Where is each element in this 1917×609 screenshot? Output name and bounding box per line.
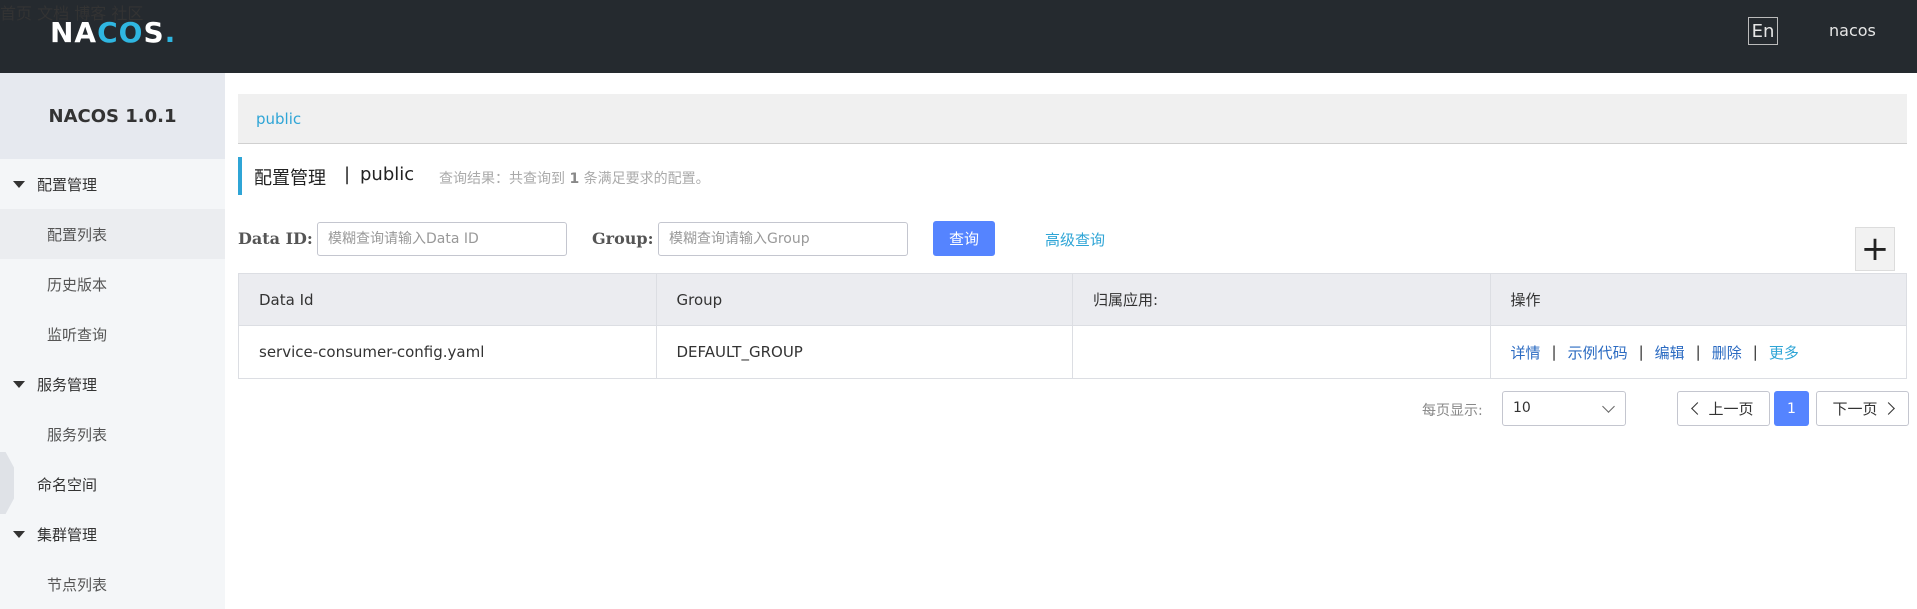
logo-dot: .	[164, 15, 177, 49]
action-delete-link[interactable]: 删除	[1712, 342, 1742, 363]
column-header-dataid: Data Id	[239, 274, 657, 325]
cell-actions: 详情 | 示例代码 | 编辑 | 删除 | 更多	[1491, 326, 1907, 378]
sidebar-group-config[interactable]: 配置管理	[0, 159, 225, 209]
sidebar-item-history[interactable]: 历史版本	[0, 259, 225, 309]
group-label: Group:	[592, 229, 654, 248]
sidebar-group-service[interactable]: 服务管理	[0, 359, 225, 409]
sidebar-item-service-list[interactable]: 服务列表	[0, 409, 225, 459]
sidebar-brand: NACOS 1.0.1	[0, 73, 225, 159]
nacos-logo[interactable]: NA CO S.	[50, 14, 176, 50]
sidebar-item-label: 命名空间	[37, 475, 98, 494]
chevron-right-icon	[1881, 402, 1895, 415]
action-separator: |	[1695, 343, 1701, 361]
sidebar-item-config-list[interactable]: 配置列表	[0, 209, 225, 259]
query-result-text: 查询结果：共查询到 1 条满足要求的配置。	[439, 168, 710, 188]
add-config-button[interactable]: +	[1855, 227, 1895, 271]
next-page-button[interactable]: 下一页	[1816, 391, 1909, 426]
sidebar-item-label: 监听查询	[47, 325, 108, 344]
title-separator: |	[344, 164, 351, 185]
page-title: 配置管理 | public 查询结果：共查询到 1 条满足要求的配置。	[238, 157, 938, 195]
cell-dataid: service-consumer-config.yaml	[239, 326, 657, 378]
page-size-label: 每页显示:	[1422, 403, 1483, 419]
logo-text-s: S	[143, 15, 165, 49]
sidebar-item-label: 配置列表	[47, 225, 108, 244]
group-input[interactable]	[658, 222, 908, 256]
caret-down-icon	[13, 530, 25, 538]
namespace-tab-public[interactable]: public	[256, 110, 301, 128]
result-count: 1	[569, 171, 580, 187]
result-prefix: 查询结果：共查询到	[439, 171, 570, 187]
chevron-down-icon	[1602, 400, 1615, 413]
language-switch[interactable]: En	[1748, 17, 1778, 45]
namespace-bar: public	[238, 94, 1907, 144]
current-page-button[interactable]: 1	[1774, 391, 1809, 426]
dataid-label: Data ID:	[238, 229, 313, 248]
dataid-input[interactable]	[317, 222, 567, 256]
action-detail-link[interactable]: 详情	[1511, 342, 1541, 363]
user-name[interactable]: nacos	[1829, 21, 1876, 40]
action-more-link[interactable]: 更多	[1769, 342, 1799, 363]
prev-page-label: 上一页	[1708, 400, 1754, 418]
table-row: service-consumer-config.yaml DEFAULT_GRO…	[239, 326, 1906, 378]
next-page-label: 下一页	[1832, 400, 1878, 418]
sidebar-item-node-list[interactable]: 节点列表	[0, 559, 225, 609]
sidebar-item-label: 历史版本	[47, 275, 108, 294]
action-separator: |	[1752, 343, 1758, 361]
query-button[interactable]: 查询	[933, 221, 995, 256]
column-header-actions: 操作	[1510, 291, 1541, 309]
page-size-select[interactable]: 10	[1502, 391, 1626, 426]
sidebar-item-listener[interactable]: 监听查询	[0, 309, 225, 359]
caret-down-icon	[13, 180, 25, 188]
advanced-query-link[interactable]: 高级查询	[1045, 229, 1105, 250]
sidebar-item-label: 节点列表	[47, 575, 108, 594]
sidebar-group-label: 配置管理	[37, 175, 98, 194]
top-header: NA CO S. 首页 文档 博客 社区 En nacos	[0, 0, 1917, 73]
caret-down-icon	[13, 380, 25, 388]
action-edit-link[interactable]: 编辑	[1655, 342, 1685, 363]
plus-icon: +	[1860, 229, 1890, 269]
sidebar-item-namespace[interactable]: 命名空间	[0, 459, 225, 509]
action-separator: |	[1638, 343, 1644, 361]
logo-text-co: CO	[97, 15, 144, 49]
column-header-group: Group	[657, 274, 1073, 325]
cell-app	[1073, 326, 1491, 378]
page-size-value: 10	[1513, 400, 1531, 416]
action-separator: |	[1551, 343, 1557, 361]
sidebar: NACOS 1.0.1 配置管理 配置列表 历史版本 监听查询 服务管理 服务列…	[0, 73, 225, 609]
chevron-left-icon	[1691, 402, 1705, 415]
sidebar-item-label: 服务列表	[47, 425, 108, 444]
table-header: Data Id Group 归属应用: 操作	[239, 274, 1906, 326]
logo-text-na: NA	[50, 15, 98, 49]
cell-group: DEFAULT_GROUP	[657, 326, 1073, 378]
nav-home[interactable]: 首页	[0, 4, 32, 23]
action-sample-code-link[interactable]: 示例代码	[1568, 342, 1628, 363]
page-title-namespace: public	[360, 164, 415, 185]
result-suffix: 条满足要求的配置。	[579, 171, 710, 187]
prev-page-button[interactable]: 上一页	[1677, 391, 1770, 426]
config-table: Data Id Group 归属应用: 操作 service-consumer-…	[238, 273, 1907, 379]
sidebar-group-label: 集群管理	[37, 525, 98, 544]
sidebar-group-label: 服务管理	[37, 375, 98, 394]
column-header-app: 归属应用:	[1073, 274, 1491, 325]
page-title-text: 配置管理	[254, 168, 326, 189]
sidebar-group-cluster[interactable]: 集群管理	[0, 509, 225, 559]
